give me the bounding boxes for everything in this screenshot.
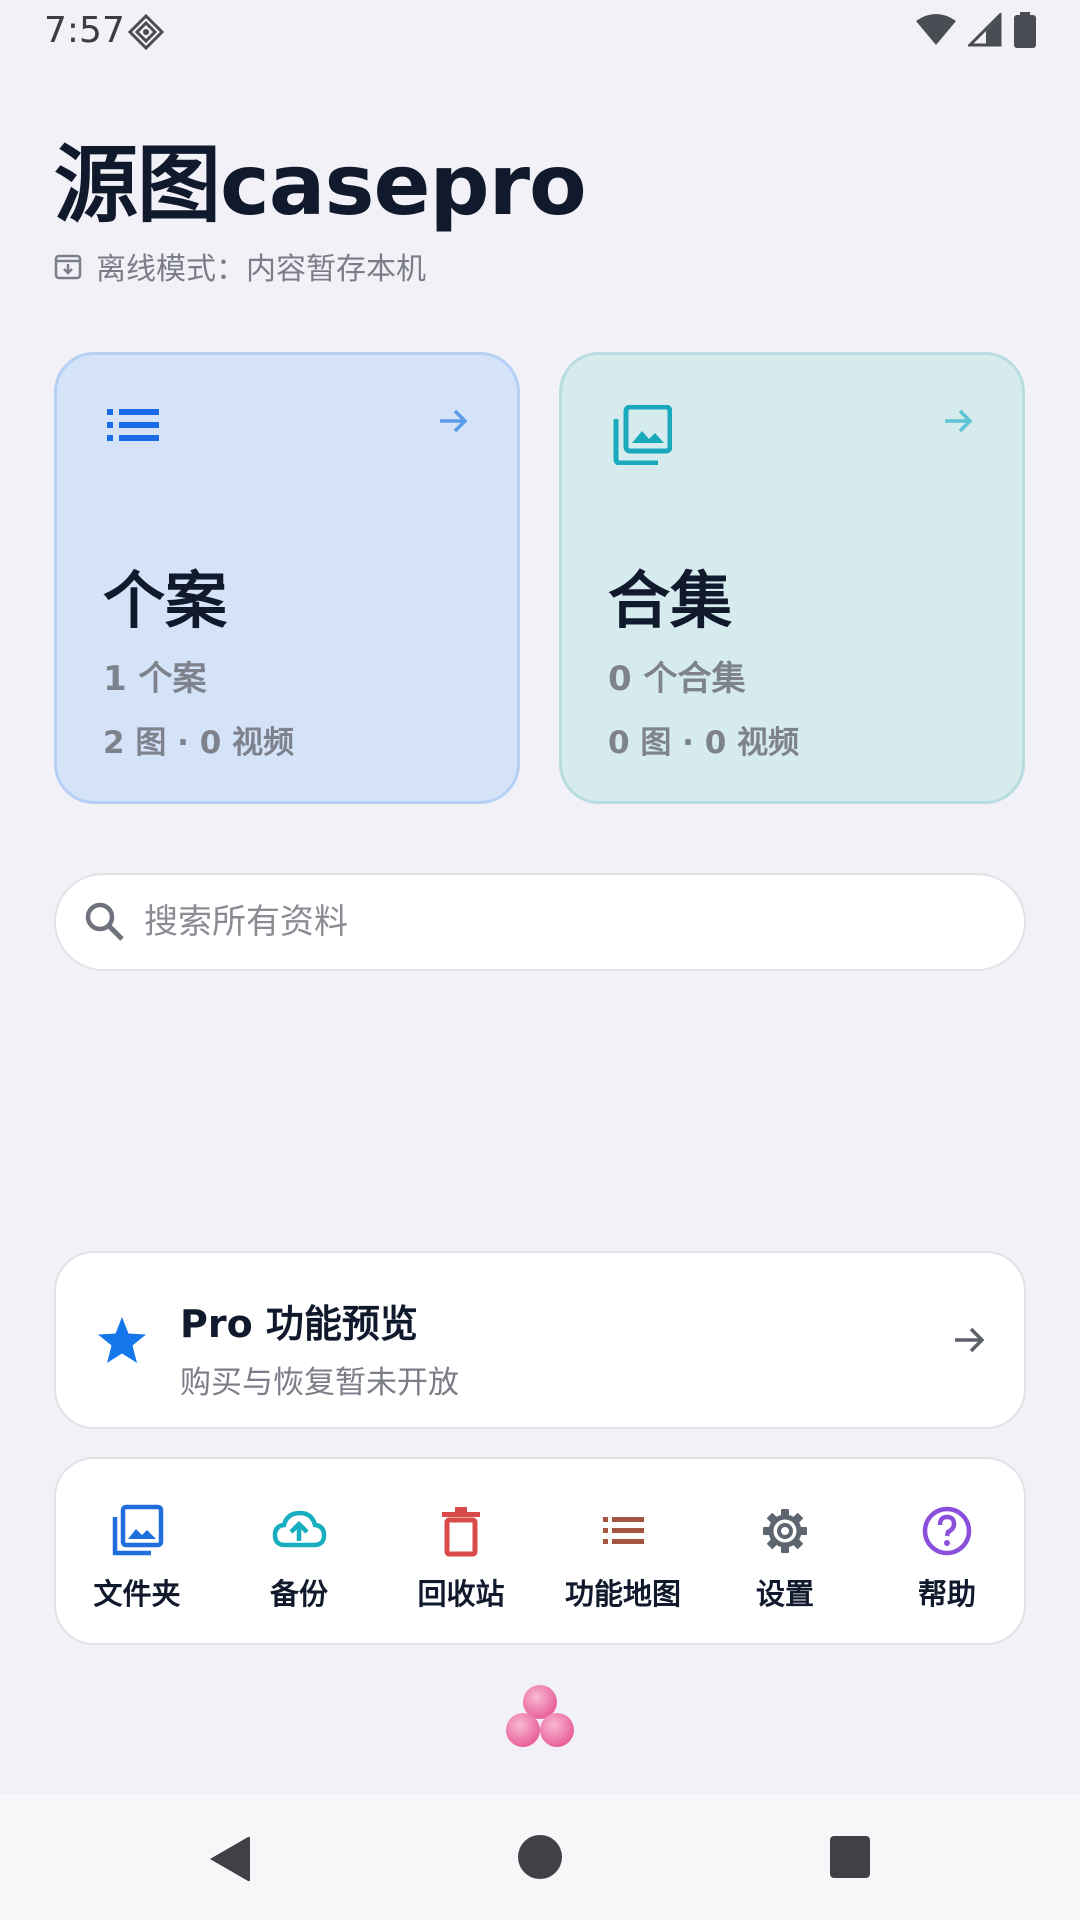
- pro-preview-card[interactable]: Pro 功能预览 购买与恢复暂未开放: [54, 1251, 1026, 1429]
- quick-actions-toolbar: 文件夹 备份 回收站 功能地图 设置 帮助: [54, 1457, 1026, 1645]
- star-icon: [98, 1317, 146, 1363]
- cloud-upload-icon: [272, 1510, 327, 1548]
- wifi-icon: [916, 14, 956, 45]
- battery-icon: [1014, 12, 1036, 48]
- gear-icon: [763, 1509, 807, 1553]
- home-icon[interactable]: [517, 1834, 563, 1880]
- help-circle-icon: [922, 1506, 972, 1556]
- status-bar: 7:57: [0, 0, 1080, 64]
- status-icons: [916, 12, 1036, 48]
- trash-label: 回收站: [417, 1577, 505, 1611]
- collections-card-media: 0 图 · 0 视频: [608, 725, 800, 761]
- arrow-right-icon: [955, 1327, 985, 1353]
- arrow-right-icon: [440, 409, 468, 433]
- mascot-logo-icon: [506, 1685, 574, 1747]
- photo-library-icon: [613, 405, 672, 465]
- trash-button[interactable]: 回收站: [380, 1459, 542, 1643]
- help-button[interactable]: 帮助: [866, 1459, 1028, 1643]
- search-icon: [85, 902, 124, 941]
- backup-button[interactable]: 备份: [218, 1459, 380, 1643]
- collections-card-title: 合集: [608, 564, 733, 637]
- cases-card[interactable]: 个案 1 个案 2 图 · 0 视频: [54, 352, 520, 804]
- feature-map-button[interactable]: 功能地图: [542, 1459, 704, 1643]
- cases-card-media: 2 图 · 0 视频: [103, 725, 295, 761]
- settings-label: 设置: [755, 1577, 814, 1611]
- app-title: 源图casepro: [54, 136, 587, 234]
- pro-subtitle: 购买与恢复暂未开放: [180, 1365, 459, 1401]
- list-icon: [107, 409, 159, 441]
- search-input[interactable]: [144, 875, 1004, 969]
- list-icon: [603, 1517, 644, 1544]
- cases-card-count: 1 个案: [103, 659, 207, 699]
- trash-icon: [442, 1507, 480, 1557]
- photo-library-icon: [112, 1504, 164, 1556]
- home-screen: 7:57 源图casepro 离线模式：内容暂存本机 个案 1 个案 2 图 ·…: [0, 0, 1080, 1920]
- offline-text: 离线模式：内容暂存本机: [96, 252, 426, 287]
- search-bar[interactable]: [54, 873, 1026, 971]
- offline-download-icon: [54, 254, 82, 280]
- offline-status: 离线模式：内容暂存本机: [54, 244, 426, 288]
- system-nav-bar: [0, 1794, 1080, 1920]
- cases-card-title: 个案: [103, 564, 228, 637]
- cellular-signal-icon: [968, 13, 1002, 47]
- back-icon[interactable]: [206, 1834, 252, 1884]
- recents-icon[interactable]: [830, 1836, 870, 1878]
- settings-button[interactable]: 设置: [704, 1459, 866, 1643]
- collections-card-count: 0 个合集: [608, 659, 746, 699]
- pro-title: Pro 功能预览: [180, 1302, 418, 1346]
- app-notification-icon: [128, 14, 164, 50]
- folder-button[interactable]: 文件夹: [56, 1459, 218, 1643]
- status-time: 7:57: [44, 10, 125, 51]
- folder-label: 文件夹: [93, 1577, 181, 1611]
- feature-map-label: 功能地图: [564, 1577, 681, 1611]
- help-label: 帮助: [917, 1577, 976, 1611]
- collections-card[interactable]: 合集 0 个合集 0 图 · 0 视频: [559, 352, 1025, 804]
- backup-label: 备份: [269, 1577, 328, 1611]
- arrow-right-icon: [945, 409, 973, 433]
